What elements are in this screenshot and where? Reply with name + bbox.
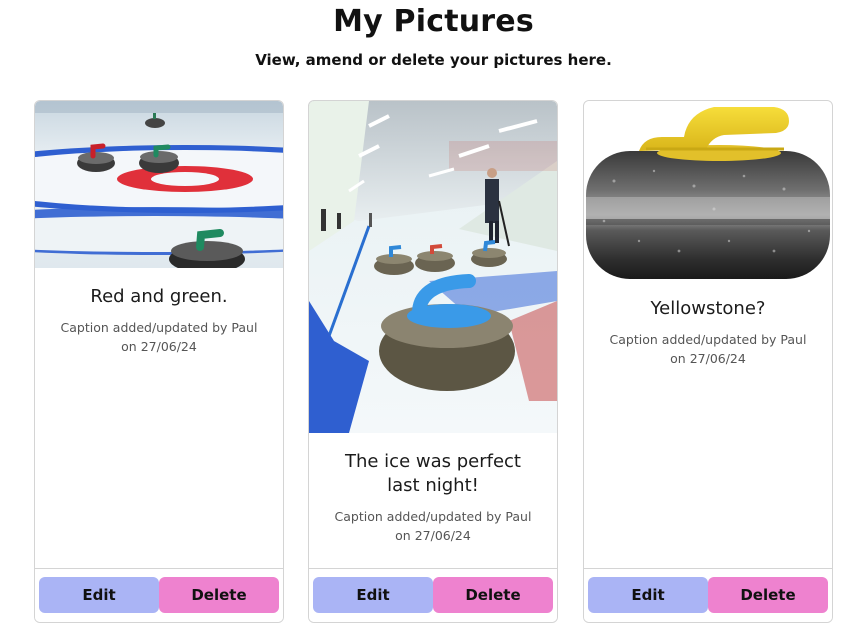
- picture-card: Yellowstone? Caption added/updated by Pa…: [583, 100, 833, 623]
- caption-meta-date: on 27/06/24: [395, 528, 471, 543]
- caption-meta: Caption added/updated by Paul on 27/06/2…: [584, 330, 832, 368]
- card-footer: Edit Delete: [309, 568, 557, 622]
- caption-meta: Caption added/updated by Paul on 27/06/2…: [309, 507, 557, 545]
- yellow-curling-stone-image: [584, 101, 832, 281]
- edit-button[interactable]: Edit: [588, 577, 708, 613]
- caption-meta-author: Caption added/updated by Paul: [334, 509, 532, 524]
- edit-button[interactable]: Edit: [39, 577, 159, 613]
- card-footer: Edit Delete: [35, 568, 283, 622]
- caption-meta-author: Caption added/updated by Paul: [609, 332, 807, 347]
- page-title: My Pictures: [333, 4, 534, 39]
- caption-meta: Caption added/updated by Paul on 27/06/2…: [35, 318, 283, 356]
- picture-caption: The ice was perfect last night!: [344, 451, 521, 496]
- edit-button[interactable]: Edit: [313, 577, 433, 613]
- caption-meta-author: Caption added/updated by Paul: [60, 320, 258, 335]
- page-subtitle: View, amend or delete your pictures here…: [255, 51, 612, 69]
- picture-caption: Yellowstone?: [650, 298, 766, 319]
- card-footer: Edit Delete: [584, 568, 832, 622]
- caption-meta-date: on 27/06/24: [670, 351, 746, 366]
- delete-button[interactable]: Delete: [708, 577, 828, 613]
- curling-stones-red-green-image: [35, 101, 283, 268]
- picture-card: Red and green. Caption added/updated by …: [34, 100, 284, 623]
- picture-card: The ice was perfect last night! Caption …: [308, 100, 558, 623]
- caption-meta-date: on 27/06/24: [121, 339, 197, 354]
- picture-caption: Red and green.: [90, 286, 228, 307]
- delete-button[interactable]: Delete: [433, 577, 553, 613]
- delete-button[interactable]: Delete: [159, 577, 279, 613]
- curling-rink-blue-stones-image: [309, 101, 557, 433]
